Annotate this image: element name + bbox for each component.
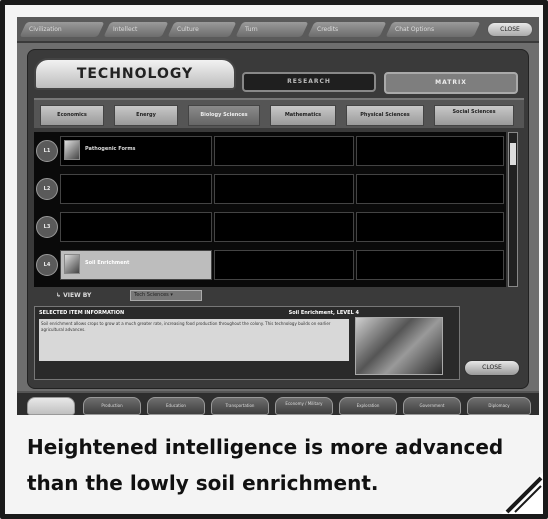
tech-cell-empty[interactable] — [356, 136, 504, 166]
tech-cell-empty[interactable] — [60, 212, 212, 242]
level-badge: L1 — [36, 140, 58, 162]
top-segment-intellect[interactable]: Intellect — [103, 22, 169, 37]
category-social-sciences[interactable]: Social Sciences — [434, 105, 514, 126]
info-picture — [355, 317, 443, 375]
grid-row-l1: L1 Pathogenic Forms — [34, 132, 506, 168]
technology-panel: TECHNOLOGY RESEARCH MATRIX Economics Ene… — [27, 49, 529, 389]
tech-cell-empty[interactable] — [60, 174, 212, 204]
level-badge: L2 — [36, 178, 58, 200]
top-segment-culture[interactable]: Culture — [167, 22, 237, 37]
category-physical-sciences[interactable]: Physical Sciences — [346, 105, 424, 126]
level-badge: L4 — [36, 254, 58, 276]
grid-row-l2: L2 — [34, 170, 506, 206]
caption-text: Heightened intelligence is more advanced… — [27, 435, 504, 495]
tech-cell-empty[interactable] — [356, 212, 504, 242]
top-segment-credits[interactable]: Credits — [307, 22, 387, 37]
tech-cell-empty[interactable] — [214, 136, 354, 166]
panel-close-button[interactable]: CLOSE — [464, 360, 520, 376]
level-badge: L3 — [36, 216, 58, 238]
info-heading: SELECTED ITEM INFORMATION — [39, 310, 125, 316]
bottom-tab-production[interactable]: Production — [83, 397, 141, 415]
technology-title: TECHNOLOGY — [34, 58, 236, 90]
category-mathematics[interactable]: Mathematics — [270, 105, 336, 126]
category-biology-sciences[interactable]: Biology Sciences — [188, 105, 260, 126]
category-bar: Economics Energy Biology Sciences Mathem… — [34, 98, 524, 128]
tech-cell-soil-enrichment[interactable]: Soil Enrichment — [60, 250, 212, 280]
bottom-tab-government[interactable]: Government — [403, 397, 461, 415]
category-economics[interactable]: Economics — [40, 105, 104, 126]
tech-cell-empty[interactable] — [214, 250, 354, 280]
tech-cell-empty[interactable] — [214, 174, 354, 204]
bottom-tab-economy-military[interactable]: Economy / Military — [275, 397, 333, 415]
selected-item-info: SELECTED ITEM INFORMATION Soil Enrichmen… — [34, 306, 460, 380]
tab-matrix[interactable]: MATRIX — [384, 72, 518, 94]
view-by-select[interactable]: Tech Sciences ▾ — [130, 290, 202, 301]
tech-grid: L1 Pathogenic Forms L2 L3 L4 Soil Enrich… — [34, 132, 506, 287]
tech-name: Pathogenic Forms — [85, 146, 136, 152]
top-segment-turn[interactable]: Turn — [235, 22, 309, 37]
top-bar: Civilization Intellect Culture Turn Cred… — [17, 17, 539, 43]
bottom-tab-bar: Production Education Transportation Econ… — [17, 391, 539, 415]
tech-cell-empty[interactable] — [214, 212, 354, 242]
bottom-tab-education[interactable]: Education — [147, 397, 205, 415]
grid-row-l4: L4 Soil Enrichment — [34, 246, 506, 282]
tab-research[interactable]: RESEARCH — [242, 72, 376, 92]
tech-cell-pathogenic-forms[interactable]: Pathogenic Forms — [60, 136, 212, 166]
tech-name: Soil Enrichment — [85, 260, 130, 266]
grid-scrollbar[interactable] — [508, 132, 518, 287]
game-window: Civilization Intellect Culture Turn Cred… — [17, 17, 539, 415]
category-energy[interactable]: Energy — [114, 105, 178, 126]
info-item-name: Soil Enrichment, LEVEL 4 — [288, 310, 359, 316]
grid-row-l3: L3 — [34, 208, 506, 244]
info-description: Soil enrichment allows crops to grow at … — [39, 319, 349, 361]
screenshot-frame: Civilization Intellect Culture Turn Cred… — [0, 0, 548, 519]
top-close-button[interactable]: CLOSE — [487, 22, 533, 37]
bottom-tab-exploration[interactable]: Exploration — [339, 397, 397, 415]
scrollbar-thumb[interactable] — [510, 143, 516, 165]
bottom-tab-diplomacy[interactable]: Diplomacy — [467, 397, 531, 415]
tech-cell-empty[interactable] — [356, 250, 504, 280]
tech-thumbnail — [64, 254, 80, 274]
view-by-label: ↳ VIEW BY — [56, 292, 92, 299]
bottom-tab-technology[interactable] — [27, 397, 75, 415]
bottom-tab-transportation[interactable]: Transportation — [211, 397, 269, 415]
top-segment-civilization[interactable]: Civilization — [19, 22, 105, 37]
top-segment-chat-options[interactable]: Chat Options — [385, 22, 481, 37]
tech-cell-empty[interactable] — [356, 174, 504, 204]
tech-thumbnail — [64, 140, 80, 160]
page-curl-corner — [501, 472, 543, 514]
